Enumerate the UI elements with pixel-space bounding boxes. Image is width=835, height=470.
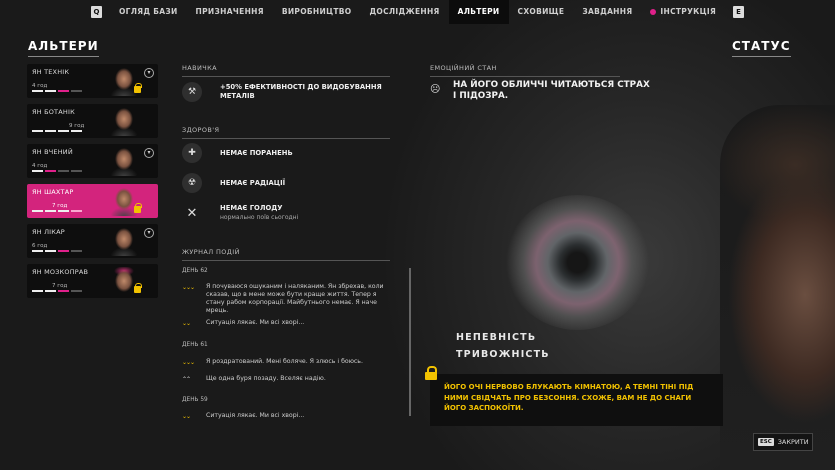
journal-entry: ⌃⌃ Ще одна буря позаду. Вселяє надію. bbox=[182, 375, 392, 383]
key-hint-e[interactable]: E bbox=[733, 6, 745, 18]
alter-name: ЯН ЛІКАР bbox=[32, 228, 65, 236]
bandage-icon: ✚ bbox=[182, 143, 202, 163]
alters-title: АЛЬТЕРИ bbox=[28, 39, 99, 57]
alter-hours: 4 год bbox=[32, 83, 48, 89]
fork-knife-icon: ✕ bbox=[186, 205, 198, 221]
chevron-down-icon[interactable]: ▾ bbox=[144, 68, 154, 78]
mood-down-arrows-icon: ⌄⌄⌄ bbox=[182, 359, 195, 366]
character-portrait bbox=[720, 105, 835, 470]
alter-hours: 7 год bbox=[52, 203, 68, 209]
alter-card-botanist[interactable]: ЯН БОТАНІК 9 год bbox=[27, 104, 158, 138]
mood-down-arrows-icon: ⌄⌄ bbox=[182, 413, 191, 420]
tab-assignment[interactable]: ПРИЗНАЧЕННЯ bbox=[187, 0, 273, 24]
journal-entry-text: Ще одна буря позаду. Вселяє надію. bbox=[206, 375, 326, 382]
trait-anxiety: ТРИВОЖНІСТЬ bbox=[456, 349, 550, 360]
sad-face-icon: ☹ bbox=[430, 84, 441, 95]
alter-progress bbox=[32, 250, 82, 252]
pickaxe-icon: ⚒ bbox=[182, 82, 202, 102]
mood-down-arrows-icon: ⌄⌄ bbox=[182, 320, 191, 327]
tab-base-overview[interactable]: ОГЛЯД БАЗИ bbox=[110, 0, 187, 24]
alter-hours: 4 год bbox=[32, 163, 48, 169]
journal-entry-text: Ситуація лякає. Ми всі хворі... bbox=[206, 319, 305, 326]
key-hint-q[interactable]: Q bbox=[90, 6, 102, 18]
alter-card-technician[interactable]: ЯН ТЕХНІК 4 год ▾ bbox=[27, 64, 158, 98]
health-subtext: нормально поїв сьогодні bbox=[220, 214, 299, 221]
alter-progress bbox=[32, 170, 82, 172]
alter-card-doctor[interactable]: ЯН ЛІКАР 6 год ▾ bbox=[27, 224, 158, 258]
journal-entry: ⌄⌄ Ситуація лякає. Ми всі хворі... bbox=[182, 412, 392, 420]
alter-name: ЯН БОТАНІК bbox=[32, 108, 75, 116]
alter-progress bbox=[32, 290, 82, 292]
trait-uncertainty: НЕПЕВНІСТЬ bbox=[456, 332, 537, 343]
mood-up-arrows-icon: ⌃⌃ bbox=[182, 376, 191, 383]
close-button[interactable]: ESC ЗАКРИТИ bbox=[753, 433, 813, 451]
journal-scrollbar[interactable] bbox=[409, 268, 411, 416]
health-text: НЕМАЄ ПОРАНЕНЬ bbox=[220, 148, 293, 157]
lock-icon bbox=[134, 83, 142, 93]
tab-instructions[interactable]: ІНСТРУКЦІЯ bbox=[641, 0, 725, 24]
tab-alters[interactable]: АЛЬТЕРИ bbox=[448, 0, 509, 24]
journal-entry-text: Ситуація лякає. Ми всі хворі... bbox=[206, 412, 305, 419]
alters-list: ЯН ТЕХНІК 4 год ▾ ЯН БОТАНІК 9 год ЯН ВЧ… bbox=[27, 64, 158, 304]
journal-day: ДЕНЬ 62 bbox=[182, 268, 208, 274]
skill-row: ⚒ +50% ЕФЕКТИВНОСТІ ДО ВИДОБУВАННЯ МЕТАЛ… bbox=[182, 82, 390, 102]
skill-header: НАВИЧКА bbox=[182, 64, 390, 77]
health-row-hunger: ✕ НЕМАЄ ГОЛОДУ нормально поїв сьогодні bbox=[182, 203, 299, 223]
tab-storage[interactable]: СХОВИЩЕ bbox=[509, 0, 574, 24]
alter-name: ЯН ТЕХНІК bbox=[32, 68, 70, 76]
lock-icon bbox=[134, 283, 142, 293]
journal-entry-text: Я роздратований. Мені боляче. Я злюсь і … bbox=[206, 358, 363, 365]
tab-production[interactable]: ВИРОБНИЦТВО bbox=[273, 0, 361, 24]
alter-name: ЯН МОЗКОПРАВ bbox=[32, 268, 89, 276]
emotional-state-text: НА ЙОГО ОБЛИЧЧІ ЧИТАЮТЬСЯ СТРАХ І ПІДОЗР… bbox=[453, 80, 650, 101]
alter-hours: 7 год bbox=[52, 283, 68, 289]
journal-day: ДЕНЬ 61 bbox=[182, 342, 208, 348]
health-text-block: НЕМАЄ ГОЛОДУ нормально поїв сьогодні bbox=[220, 204, 298, 222]
journal-entry-text: Я почуваюся ошуканим і наляканим. Ян збр… bbox=[206, 283, 384, 314]
lock-icon bbox=[134, 203, 142, 213]
close-label: ЗАКРИТИ bbox=[777, 438, 809, 446]
alter-hours: 6 год bbox=[32, 243, 48, 249]
tab-instructions-label: ІНСТРУКЦІЯ bbox=[660, 7, 717, 16]
health-row-wounds: ✚ НЕМАЄ ПОРАНЕНЬ bbox=[182, 143, 293, 163]
alter-progress bbox=[32, 130, 82, 132]
journal-header: ЖУРНАЛ ПОДІЙ bbox=[182, 248, 390, 261]
alter-portrait bbox=[110, 227, 138, 256]
alter-portrait bbox=[110, 147, 138, 176]
esc-key-icon: ESC bbox=[758, 438, 774, 446]
alter-progress bbox=[32, 210, 82, 212]
top-navigation: Q ОГЛЯД БАЗИ ПРИЗНАЧЕННЯ ВИРОБНИЦТВО ДОС… bbox=[0, 0, 835, 24]
chevron-down-icon[interactable]: ▾ bbox=[144, 228, 154, 238]
alter-card-miner[interactable]: ЯН ШАХТАР 7 год bbox=[27, 184, 158, 218]
status-title: СТАТУС bbox=[732, 39, 791, 57]
mood-down-arrows-icon: ⌄⌄⌄ bbox=[182, 284, 195, 291]
alter-hours: 9 год bbox=[69, 123, 85, 129]
tab-research[interactable]: ДОСЛІДЖЕННЯ bbox=[360, 0, 448, 24]
health-row-radiation: ☢ НЕМАЄ РАДІАЦІЇ bbox=[182, 173, 285, 193]
alter-name: ЯН ШАХТАР bbox=[32, 188, 74, 196]
health-text: НЕМАЄ РАДІАЦІЇ bbox=[220, 178, 286, 187]
journal-day: ДЕНЬ 59 bbox=[182, 397, 208, 403]
tab-tasks[interactable]: ЗАВДАННЯ bbox=[573, 0, 641, 24]
alter-card-psychiatrist[interactable]: ЯН МОЗКОПРАВ 7 год bbox=[27, 264, 158, 298]
notification-dot-icon bbox=[650, 9, 657, 15]
journal-entry: ⌄⌄⌄ Я почуваюся ошуканим і наляканим. Ян… bbox=[182, 283, 392, 315]
chevron-down-icon[interactable]: ▾ bbox=[144, 148, 154, 158]
alter-name: ЯН ВЧЕНИЙ bbox=[32, 148, 73, 156]
skill-text: +50% ЕФЕКТИВНОСТІ ДО ВИДОБУВАННЯ МЕТАЛІВ bbox=[220, 83, 382, 100]
radiation-icon: ☢ bbox=[182, 173, 202, 193]
alter-progress bbox=[32, 90, 82, 92]
journal-entry: ⌄⌄ Ситуація лякає. Ми всі хворі... bbox=[182, 319, 392, 327]
emotional-state-header: ЕМОЦІЙНИЙ СТАН bbox=[430, 64, 620, 77]
health-header: ЗДОРОВ'Я bbox=[182, 126, 390, 139]
alter-card-scientist[interactable]: ЯН ВЧЕНИЙ 4 год ▾ bbox=[27, 144, 158, 178]
eye-artwork bbox=[505, 195, 650, 330]
alter-portrait bbox=[110, 107, 138, 136]
warning-text: ЙОГО ОЧІ НЕРВОВО БЛУКАЮТЬ КІМНАТОЮ, А ТЕ… bbox=[444, 383, 694, 412]
lock-icon bbox=[425, 366, 437, 380]
journal-entry: ⌄⌄⌄ Я роздратований. Мені боляче. Я злюс… bbox=[182, 358, 392, 366]
health-text: НЕМАЄ ГОЛОДУ bbox=[220, 204, 283, 212]
